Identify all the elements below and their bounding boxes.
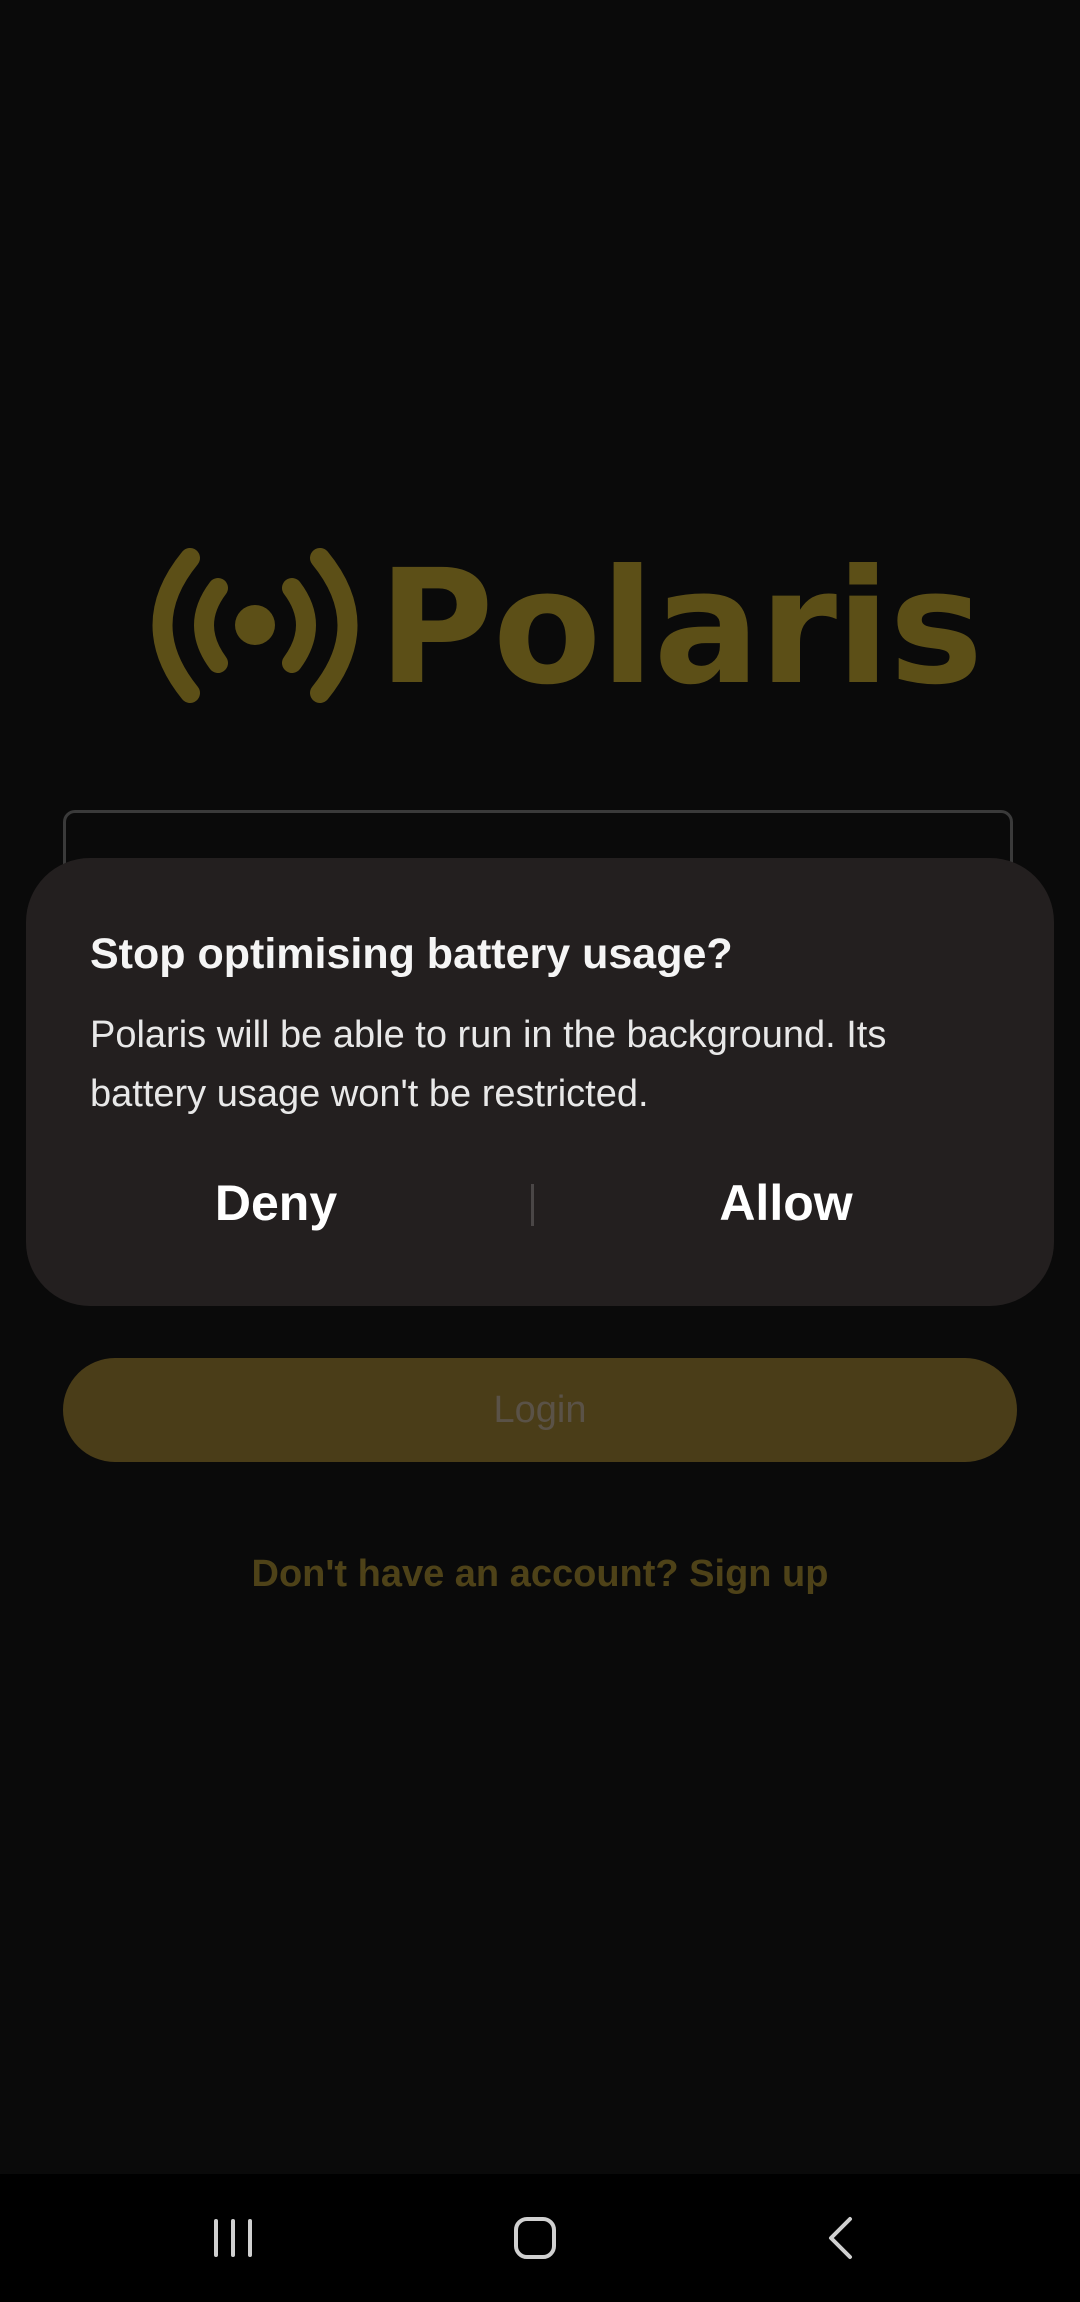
signup-link[interactable]: Don't have an account? Sign up: [0, 1553, 1080, 1596]
logo-wordmark: Polaris: [378, 536, 983, 720]
system-navigation-bar: [0, 2174, 1080, 2302]
app-logo: Polaris: [150, 548, 983, 708]
back-icon: [829, 2217, 852, 2259]
dialog-message: Polaris will be able to run in the backg…: [90, 1014, 887, 1115]
actions-divider: [531, 1184, 534, 1226]
recents-icon: [214, 2219, 252, 2257]
home-button[interactable]: [465, 2174, 605, 2302]
back-button[interactable]: [770, 2174, 910, 2302]
allow-button[interactable]: Allow: [586, 1158, 986, 1248]
screen: Polaris Login Don't have an account? Sig…: [0, 0, 1080, 2302]
broadcast-icon: [152, 548, 358, 703]
recents-button[interactable]: [163, 2174, 303, 2302]
home-icon: [514, 2217, 556, 2259]
battery-optimisation-dialog: Stop optimising battery usage? Polaris w…: [26, 858, 1054, 1306]
login-button[interactable]: Login: [63, 1358, 1017, 1462]
dialog-actions: Deny Allow: [26, 1158, 1054, 1248]
dialog-title: Stop optimising battery usage?: [90, 930, 733, 978]
deny-button[interactable]: Deny: [86, 1158, 466, 1248]
